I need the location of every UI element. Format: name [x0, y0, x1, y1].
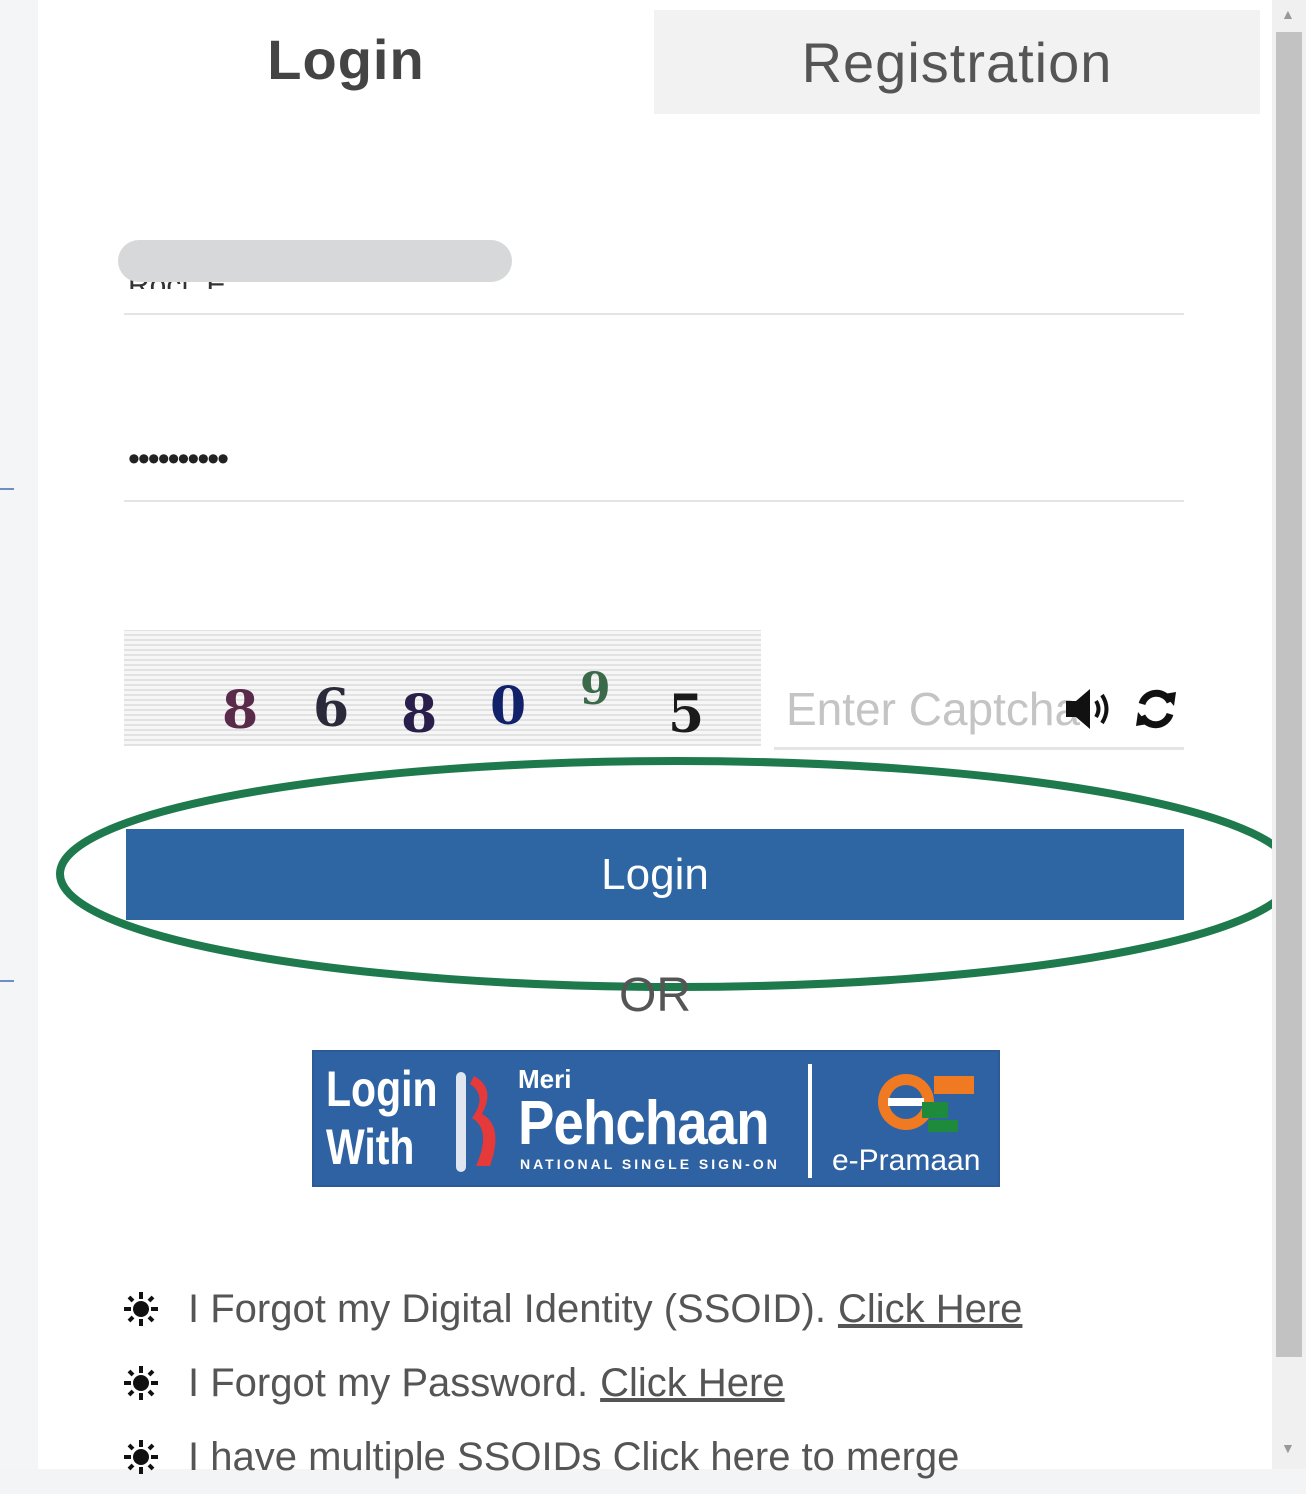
forgot-password-row: I Forgot my Password. Click Here [122, 1346, 1022, 1420]
forgot-ssoid-link[interactable]: Click Here [838, 1287, 1022, 1332]
meri-pehchaan-login-button[interactable]: Login With Meri Pehchaan NATIONAL SINGLE… [312, 1050, 1000, 1187]
forgot-ssoid-text: I Forgot my Digital Identity (SSOID). [188, 1286, 826, 1331]
scroll-down-arrow-icon[interactable]: ▼ [1281, 1440, 1295, 1456]
left-edge-mark [0, 488, 14, 490]
merge-ssoid-row[interactable]: I have multiple SSOIDs Click here to mer… [122, 1420, 1022, 1494]
sso-login-with: Login With [326, 1060, 438, 1176]
captcha-image: 8 6 8 0 9 5 [124, 630, 761, 746]
sso-tagline: NATIONAL SINGLE SIGN-ON [520, 1156, 780, 1172]
sso-login-line1: Login [326, 1061, 438, 1117]
sso-epramaan: e-Pramaan [832, 1144, 981, 1177]
forgot-password-link[interactable]: Click Here [600, 1361, 784, 1406]
captcha-digit: 8 [401, 684, 438, 745]
forgot-ssoid-row: I Forgot my Digital Identity (SSOID). Cl… [122, 1272, 1022, 1346]
audio-captcha-icon[interactable] [1064, 686, 1118, 737]
tab-login[interactable]: Login [38, 0, 654, 118]
left-edge-mark [0, 980, 14, 982]
login-button[interactable]: Login [126, 829, 1184, 920]
or-divider-text: OR [619, 969, 691, 1022]
help-links: I Forgot my Digital Identity (SSOID). Cl… [122, 1272, 1022, 1494]
captcha-input[interactable] [774, 670, 1184, 750]
sun-bullet-icon [122, 1438, 160, 1476]
e-pramaan-logo-icon [864, 1058, 984, 1147]
sso-pehchaan: Pehchaan [518, 1089, 770, 1158]
captcha-digit: 6 [313, 678, 350, 739]
vertical-scrollbar[interactable]: ▲ ▼ [1272, 0, 1306, 1469]
captcha-digit: 5 [668, 684, 705, 745]
left-background [0, 0, 38, 1469]
redaction-mark [118, 240, 512, 282]
captcha-digit: 9 [580, 664, 611, 715]
sun-bullet-icon [122, 1364, 160, 1402]
password-field[interactable]: •••••••••• [124, 412, 1184, 502]
merge-ssoid-text: I have multiple SSOIDs Click here to mer… [188, 1434, 960, 1479]
forgot-password-text: I Forgot my Password. [188, 1360, 589, 1405]
login-panel: Login Registration Roct. E •••••••••• 8 … [38, 0, 1298, 1479]
username-field[interactable]: Roct. E [118, 225, 1184, 315]
refresh-captcha-icon[interactable] [1133, 686, 1179, 737]
sun-bullet-icon [122, 1290, 160, 1328]
sso-divider [808, 1064, 812, 1178]
captcha-digit: 0 [490, 676, 527, 737]
password-value: •••••••••• [128, 440, 229, 478]
scroll-up-arrow-icon[interactable]: ▲ [1281, 6, 1295, 22]
captcha-digit: 8 [222, 680, 259, 741]
meri-pehchaan-logo-icon [452, 1066, 506, 1181]
tab-registration[interactable]: Registration [654, 10, 1260, 114]
sso-login-line2: With [326, 1119, 415, 1175]
scrollbar-thumb[interactable] [1276, 32, 1302, 1357]
